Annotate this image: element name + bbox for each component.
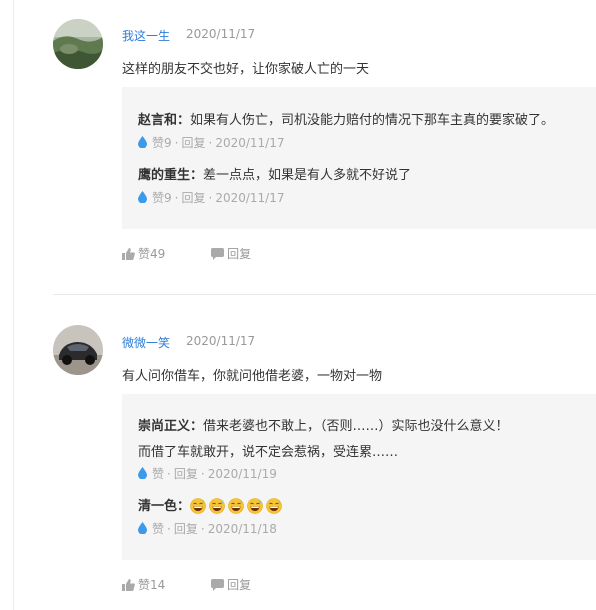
- comment-actions: 赞14 回复: [122, 578, 251, 592]
- comment-item: 微微一笑 2020/11/17 有人问你借车，你就问他借老婆，一物对一物 崇尚正…: [0, 0, 596, 610]
- reply-meta: 赞 · 回复 · 2020/11/18: [138, 522, 277, 536]
- water-drop-icon[interactable]: [138, 522, 147, 537]
- grinning-sweat-emoji: [266, 498, 282, 514]
- reply-time: 2020/11/19: [207, 467, 277, 481]
- reply-author[interactable]: 清一色: [138, 499, 177, 514]
- reply-colon: ：: [190, 419, 204, 434]
- reply-colon: ：: [177, 499, 191, 514]
- emoji-row: [190, 498, 285, 514]
- comment-reply-button[interactable]: 回复: [211, 578, 251, 592]
- reply-like-count[interactable]: 赞: [152, 522, 164, 536]
- grinning-sweat-emoji: [247, 498, 263, 514]
- grinning-sweat-emoji: [228, 498, 244, 514]
- reply-content: 清一色：: [138, 495, 285, 514]
- water-drop-icon[interactable]: [138, 467, 147, 482]
- reply-time: 2020/11/18: [207, 522, 277, 536]
- thumbs-up-icon: [122, 579, 135, 591]
- reply-label: 回复: [227, 578, 252, 592]
- like-button[interactable]: 赞14: [122, 578, 165, 592]
- comment-username[interactable]: 微微一笑: [122, 334, 170, 351]
- reply-like-count[interactable]: 赞: [152, 467, 164, 481]
- comment-text: 有人问你借车，你就问他借老婆，一物对一物: [122, 369, 383, 384]
- reply-meta: 赞 · 回复 · 2020/11/19: [138, 467, 277, 481]
- speech-bubble-icon: [211, 579, 225, 591]
- grinning-sweat-emoji: [209, 498, 225, 514]
- separator-dot: ·: [200, 467, 205, 481]
- reply-button[interactable]: 回复: [174, 522, 198, 536]
- reply-content: 崇尚正义：借来老婆也不敢上，（否则……）实际也没什么意义！: [138, 415, 509, 434]
- separator-dot: ·: [167, 467, 171, 481]
- reply-text: 借来老婆也不敢上，（否则……）实际也没什么意义！: [203, 419, 509, 434]
- grinning-sweat-emoji: [190, 498, 206, 514]
- separator-dot: ·: [167, 522, 171, 536]
- like-count: 赞14: [138, 578, 166, 592]
- separator-dot: ·: [200, 522, 205, 536]
- reply-author[interactable]: 崇尚正义: [138, 419, 190, 434]
- reply-button[interactable]: 回复: [174, 467, 198, 481]
- reply-content-line2: 而借了车就敢开，说不定会惹祸，受连累……: [138, 445, 399, 460]
- replies-box: 崇尚正义：借来老婆也不敢上，（否则……）实际也没什么意义！ 而借了车就敢开，说不…: [122, 394, 596, 560]
- avatar[interactable]: [53, 325, 103, 375]
- comment-time: 2020/11/17: [186, 334, 256, 348]
